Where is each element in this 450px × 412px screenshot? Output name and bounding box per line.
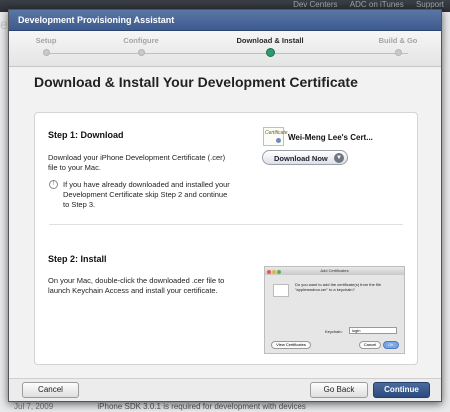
chevron-down-icon: ▼ [334, 153, 344, 163]
step-progress: Setup Configure Download & Install Build… [9, 31, 441, 67]
step-dot [394, 49, 402, 56]
step1-note: If you have already downloaded and insta… [63, 180, 230, 209]
continue-button[interactable]: Continue [373, 382, 430, 398]
go-back-button[interactable]: Go Back [310, 382, 368, 398]
step-dot [137, 49, 145, 56]
dialog-content: Download & Install Your Development Cert… [9, 67, 441, 380]
close-light-icon [267, 270, 271, 274]
view-certificates-button: View Certificates [271, 341, 311, 349]
background-news-row: Jul 7, 2009 iPhone SDK 3.0.1 is required… [0, 402, 450, 412]
keychain-screenshot: Add Certificates Do you want to add the … [264, 266, 405, 354]
window-controls [267, 269, 282, 277]
news-date: Jul 7, 2009 [14, 402, 54, 411]
dialog-title: Development Provisioning Assistant [9, 10, 441, 31]
news-text[interactable]: iPhone SDK 3.0.1 is required for develop… [97, 402, 306, 411]
dialog-footer: Cancel Go Back Continue [9, 378, 441, 401]
step-dot [42, 49, 50, 56]
keychain-title-text: Add Certificates [320, 268, 349, 273]
download-now-label: Download Now [274, 154, 328, 163]
keychain-certificate-icon [273, 284, 289, 297]
step-label: Download & Install [236, 36, 304, 45]
step-download-install: Download & Install [230, 36, 310, 57]
top-link-support[interactable]: Support [416, 0, 444, 9]
keychain-cancel-button: Cancel [359, 341, 381, 349]
minimize-light-icon [272, 270, 276, 274]
certificate-seal-icon [276, 138, 281, 143]
step-label: Setup [35, 36, 57, 45]
certificate-icon: Certificate [263, 127, 288, 146]
keychain-select: login [349, 327, 397, 334]
step-setup: Setup [6, 36, 86, 56]
step-dot-current [265, 48, 275, 57]
step-build-go: Build & Go [358, 36, 438, 56]
step1-title: Step 1: Download [48, 130, 124, 140]
page-title: Download & Install Your Development Cert… [34, 74, 358, 90]
top-link-dev-centers[interactable]: Dev Centers [293, 0, 337, 9]
certificate-name: Wei-Meng Lee's Cert... [288, 133, 373, 142]
provisioning-dialog: Development Provisioning Assistant Setup… [8, 9, 442, 402]
step-configure: Configure [101, 36, 181, 56]
keychain-ok-button: OK [383, 341, 399, 349]
step-label: Configure [123, 36, 159, 45]
keychain-window-title: Add Certificates [265, 267, 404, 275]
cancel-button[interactable]: Cancel [22, 382, 79, 398]
top-link-adc-itunes[interactable]: ADC on iTunes [350, 0, 404, 9]
step2-title: Step 2: Install [48, 254, 107, 264]
keychain-label: Keychain: [325, 329, 343, 334]
step-label: Build & Go [378, 36, 418, 45]
zoom-light-icon [277, 270, 281, 274]
info-icon: ! [49, 180, 58, 189]
certificate-icon-text: Certificate [265, 130, 288, 136]
step1-text: Download your iPhone Development Certifi… [48, 153, 226, 172]
download-now-button[interactable]: Download Now ▼ [262, 150, 348, 165]
step2-text: On your Mac, double-click the downloaded… [48, 276, 225, 295]
keychain-message: Do you want to add the certificate(s) fr… [295, 282, 382, 292]
section-divider [49, 224, 403, 225]
